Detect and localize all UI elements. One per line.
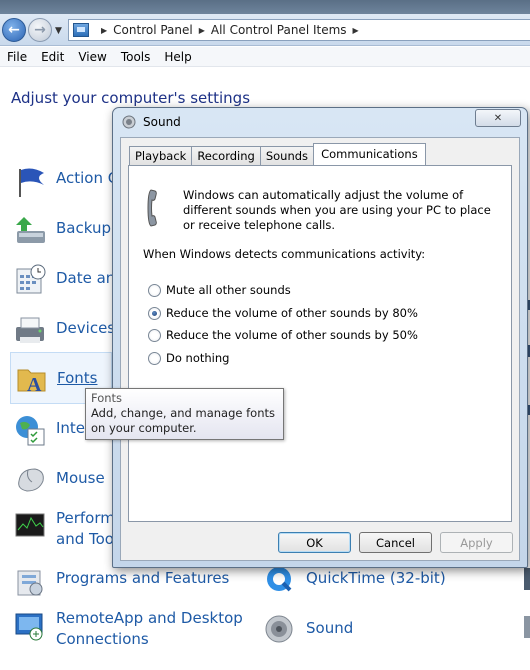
cp-item-label[interactable]: Programs and Features [56, 565, 229, 589]
breadcrumb-arrow-icon[interactable]: ▶ [101, 26, 107, 35]
sound-speaker-icon [121, 115, 137, 129]
cp-item-label[interactable]: Fonts [57, 362, 97, 389]
cancel-button[interactable]: Cancel [359, 532, 432, 553]
svg-text:A: A [27, 374, 42, 396]
cp-item-mouse[interactable]: Mouse [14, 463, 105, 497]
cp-item-label[interactable]: Mouse [56, 463, 105, 489]
flag-icon [14, 165, 48, 199]
menu-help[interactable]: Help [164, 50, 191, 64]
detect-label: When Windows detects communications acti… [143, 247, 426, 261]
sound-dialog: Sound ✕ Playback Recording Sounds Commun… [112, 107, 528, 568]
remoteapp-icon [14, 608, 48, 642]
cp-item-label[interactable]: Sound [306, 613, 353, 639]
communications-panel: Windows can automatically adjust the vol… [128, 165, 512, 522]
tab-playback[interactable]: Playback [129, 146, 193, 165]
printer-icon [14, 313, 48, 347]
close-button[interactable]: ✕ [475, 109, 521, 127]
partial-icon [524, 568, 530, 590]
speaker-icon [264, 613, 298, 647]
cp-item-remoteapp[interactable]: RemoteApp and Desktop Connections [14, 608, 243, 650]
cp-item-label[interactable]: Action C [56, 165, 118, 189]
partial-icon [524, 616, 530, 638]
ok-button[interactable]: OK [278, 532, 351, 553]
cp-item-internet[interactable]: Inte [14, 413, 85, 447]
tooltip-title: Fonts [91, 391, 123, 405]
cp-item-label[interactable]: Devices [56, 313, 115, 339]
cp-item-label-line2[interactable]: Connections [56, 629, 243, 650]
globe-icon [14, 413, 48, 447]
fonts-folder-icon: A [15, 362, 49, 396]
radio-button[interactable] [148, 328, 161, 342]
menu-view[interactable]: View [78, 50, 106, 64]
apply-button[interactable]: Apply [440, 532, 513, 553]
forward-button[interactable]: → [28, 18, 52, 42]
tab-sounds[interactable]: Sounds [259, 146, 315, 165]
tooltip-text: Add, change, and manage fonts on your co… [91, 406, 275, 435]
menu-bar: File Edit View Tools Help [0, 47, 530, 67]
control-panel-icon [73, 23, 89, 37]
back-button[interactable]: ← [2, 18, 26, 42]
tab-communications[interactable]: Communications [313, 143, 426, 165]
option-mute-all[interactable]: Mute all other sounds [148, 283, 291, 297]
cp-item-text: Perform and Too [56, 508, 115, 550]
communications-description: Windows can automatically adjust the vol… [183, 188, 491, 232]
menu-tools[interactable]: Tools [121, 50, 151, 64]
performance-icon [14, 508, 48, 542]
menu-file[interactable]: File [7, 50, 27, 64]
breadcrumb-arrow-icon[interactable]: ▶ [199, 26, 205, 35]
option-label[interactable]: Mute all other sounds [166, 283, 291, 297]
cp-item-label[interactable]: Inte [56, 413, 85, 439]
recent-pages-dropdown-icon[interactable]: ▼ [55, 26, 62, 36]
breadcrumb-all-items[interactable]: All Control Panel Items [211, 23, 347, 37]
cp-item-label-line2[interactable]: and Too [56, 529, 115, 550]
cp-item-backup[interactable]: Backup a [14, 213, 125, 247]
telephone-icon [147, 188, 163, 228]
dialog-title: Sound [143, 115, 181, 129]
radio-button[interactable] [148, 283, 161, 297]
quicktime-icon [264, 563, 298, 597]
window-top-strip [0, 0, 530, 14]
option-do-nothing[interactable]: Do nothing [148, 351, 229, 365]
breadcrumb-control-panel[interactable]: Control Panel [113, 23, 193, 37]
option-label[interactable]: Do nothing [166, 351, 229, 365]
menu-edit[interactable]: Edit [41, 50, 64, 64]
mouse-icon [14, 463, 48, 497]
cp-item-devices[interactable]: Devices [14, 313, 115, 347]
option-label[interactable]: Reduce the volume of other sounds by 80% [166, 306, 418, 320]
cp-item-programs-features[interactable]: Programs and Features [14, 565, 229, 599]
tab-strip: Playback Recording Sounds Communications [129, 143, 426, 165]
option-reduce-50[interactable]: Reduce the volume of other sounds by 50% [148, 328, 418, 342]
cp-item-label[interactable]: RemoteApp and Desktop [56, 608, 243, 629]
fonts-tooltip: Fonts Add, change, and manage fonts on y… [85, 388, 284, 440]
address-bar-area: ← → ▼ ▶ Control Panel ▶ All Control Pane… [0, 14, 530, 46]
radio-button-selected[interactable] [148, 306, 161, 320]
radio-button[interactable] [148, 351, 161, 365]
breadcrumb-arrow-icon[interactable]: ▶ [353, 26, 359, 35]
cp-item-date-time[interactable]: Date and [14, 263, 125, 297]
programs-icon [14, 565, 48, 599]
cp-item-label[interactable]: Perform [56, 508, 115, 529]
cp-item-text: RemoteApp and Desktop Connections [56, 608, 243, 650]
cp-item-action-center[interactable]: Action C [14, 165, 118, 199]
cp-item-sound[interactable]: Sound [264, 613, 353, 647]
option-label[interactable]: Reduce the volume of other sounds by 50% [166, 328, 418, 342]
dialog-body: Playback Recording Sounds Communications… [120, 137, 520, 561]
cp-item-performance[interactable]: Perform and Too [14, 508, 115, 550]
backup-icon [14, 213, 48, 247]
cp-item-quicktime[interactable]: QuickTime (32-bit) [264, 563, 446, 597]
calendar-clock-icon [14, 263, 48, 297]
tab-recording[interactable]: Recording [191, 146, 261, 165]
page-heading: Adjust your computer's settings [11, 89, 251, 107]
option-reduce-80[interactable]: Reduce the volume of other sounds by 80% [148, 306, 418, 320]
address-box[interactable]: ▶ Control Panel ▶ All Control Panel Item… [68, 19, 530, 41]
